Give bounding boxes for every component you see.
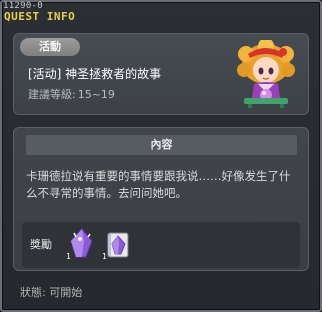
quest-description: 卡珊德拉说有重要的事情要跟我说……好像发生了什么不寻常的事情。去问问她吧。 [26, 169, 291, 200]
quest-type-badge: 活動 [20, 38, 80, 56]
recommended-level-label: 建議等級: [28, 88, 76, 101]
reward-label: 獎勵 [30, 238, 52, 251]
npc-portrait-icon [237, 40, 295, 108]
quest-status: 狀態: 可開始 [20, 286, 83, 299]
recommended-level: 建議等級: 15~19 [28, 88, 115, 101]
reward-count: 1 [102, 252, 107, 261]
reward-item-book[interactable]: 1 [102, 227, 134, 261]
window-title: QUEST INFO [4, 10, 76, 23]
reward-count: 1 [66, 252, 71, 261]
content-section-header: 內容 [26, 135, 297, 155]
recommended-level-range: 15~19 [77, 88, 115, 101]
reward-panel [22, 222, 300, 268]
reward-item-crystal[interactable]: 1 [66, 227, 98, 261]
quest-title: [活动] 神圣拯救者的故事 [28, 67, 162, 81]
